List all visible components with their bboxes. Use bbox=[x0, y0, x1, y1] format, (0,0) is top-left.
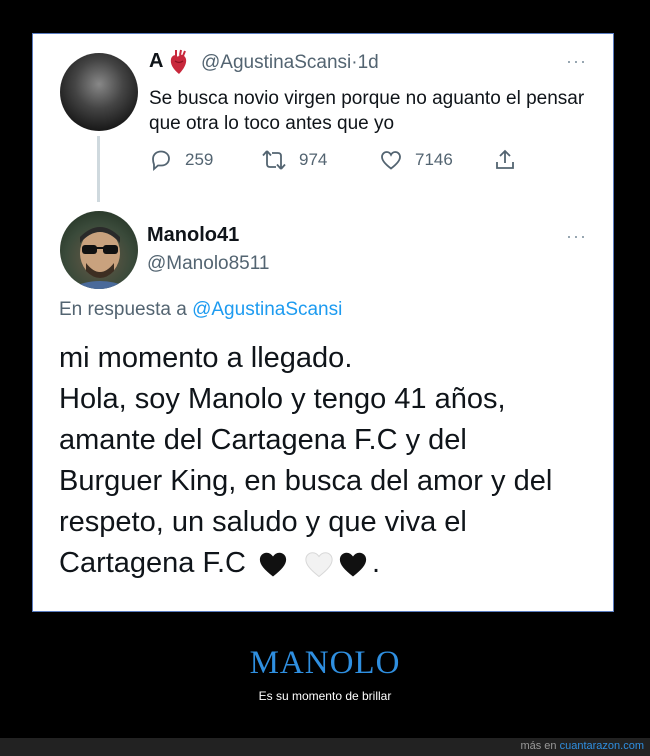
display-name-agustina[interactable]: A bbox=[149, 50, 163, 73]
white-heart-icon bbox=[304, 550, 334, 578]
site-footer: más en cuantarazon.com bbox=[0, 738, 650, 756]
tweet2-line: amante del Cartagena F.C y del bbox=[59, 424, 467, 456]
more-options-icon[interactable]: ··· bbox=[566, 226, 587, 247]
black-heart-icon bbox=[258, 550, 288, 578]
reply-mention-link[interactable]: @AgustinaScansi bbox=[192, 299, 342, 320]
footer-site-link[interactable]: cuantarazon.com bbox=[560, 740, 644, 752]
more-options-icon[interactable]: ··· bbox=[566, 51, 587, 72]
tweet-card: A @AgustinaScansi·1d ··· Se busca novio … bbox=[32, 33, 614, 612]
reply-count: 259 bbox=[185, 150, 214, 169]
retweet-count: 974 bbox=[299, 150, 328, 169]
like-button[interactable]: 7146 bbox=[379, 148, 453, 172]
tweet1-text: Se busca novio virgen porque no aguanto … bbox=[149, 88, 585, 134]
handle-manolo[interactable]: @Manolo8511 bbox=[147, 253, 269, 275]
tweet2-line-last: Cartagena F.C . bbox=[59, 543, 599, 584]
caption-title: MANOLO bbox=[249, 645, 401, 681]
tweet2-line: Hola, soy Manolo y tengo 41 años, bbox=[59, 383, 506, 415]
tweet1-meta: @AgustinaScansi·1d bbox=[201, 52, 379, 74]
avatar-agustina[interactable] bbox=[60, 53, 138, 131]
footer-prefix: más en bbox=[520, 740, 557, 752]
display-name-manolo[interactable]: Manolo41 bbox=[147, 224, 239, 247]
reply-context: En respuesta a @AgustinaScansi bbox=[59, 299, 342, 321]
like-count: 7146 bbox=[415, 150, 453, 169]
black-heart-icon bbox=[338, 550, 368, 578]
footer-credit: más en cuantarazon.com bbox=[520, 740, 644, 752]
tweet2-line: mi momento a llegado. bbox=[59, 342, 353, 374]
reply-icon bbox=[149, 148, 173, 172]
tweet1-actions: 259 974 7146 bbox=[149, 148, 529, 174]
handle-agustina[interactable]: @AgustinaScansi bbox=[201, 52, 351, 73]
avatar-manolo[interactable] bbox=[60, 211, 138, 289]
tweet2-end-punct: . bbox=[372, 547, 381, 579]
heart-outline-icon bbox=[379, 148, 403, 172]
tweet2-line: Burguer King, en busca del amor y del bbox=[59, 465, 553, 497]
reply-button[interactable]: 259 bbox=[149, 148, 213, 172]
reply-prefix: En respuesta a bbox=[59, 299, 187, 320]
retweet-icon bbox=[261, 148, 287, 172]
tweet2-line: respeto, un saludo y que viva el bbox=[59, 506, 467, 538]
share-button[interactable] bbox=[493, 148, 517, 172]
caption-subtitle: Es su momento de brillar bbox=[258, 689, 392, 703]
tweet2-text: mi momento a llegado. Hola, soy Manolo y… bbox=[59, 338, 599, 584]
tweet1-time[interactable]: 1d bbox=[358, 52, 379, 73]
share-icon bbox=[493, 148, 517, 172]
retweet-button[interactable]: 974 bbox=[261, 148, 327, 172]
anatomical-heart-icon bbox=[169, 49, 189, 75]
thread-connector bbox=[97, 136, 100, 202]
tweet2-line: Cartagena F.C bbox=[59, 547, 246, 579]
